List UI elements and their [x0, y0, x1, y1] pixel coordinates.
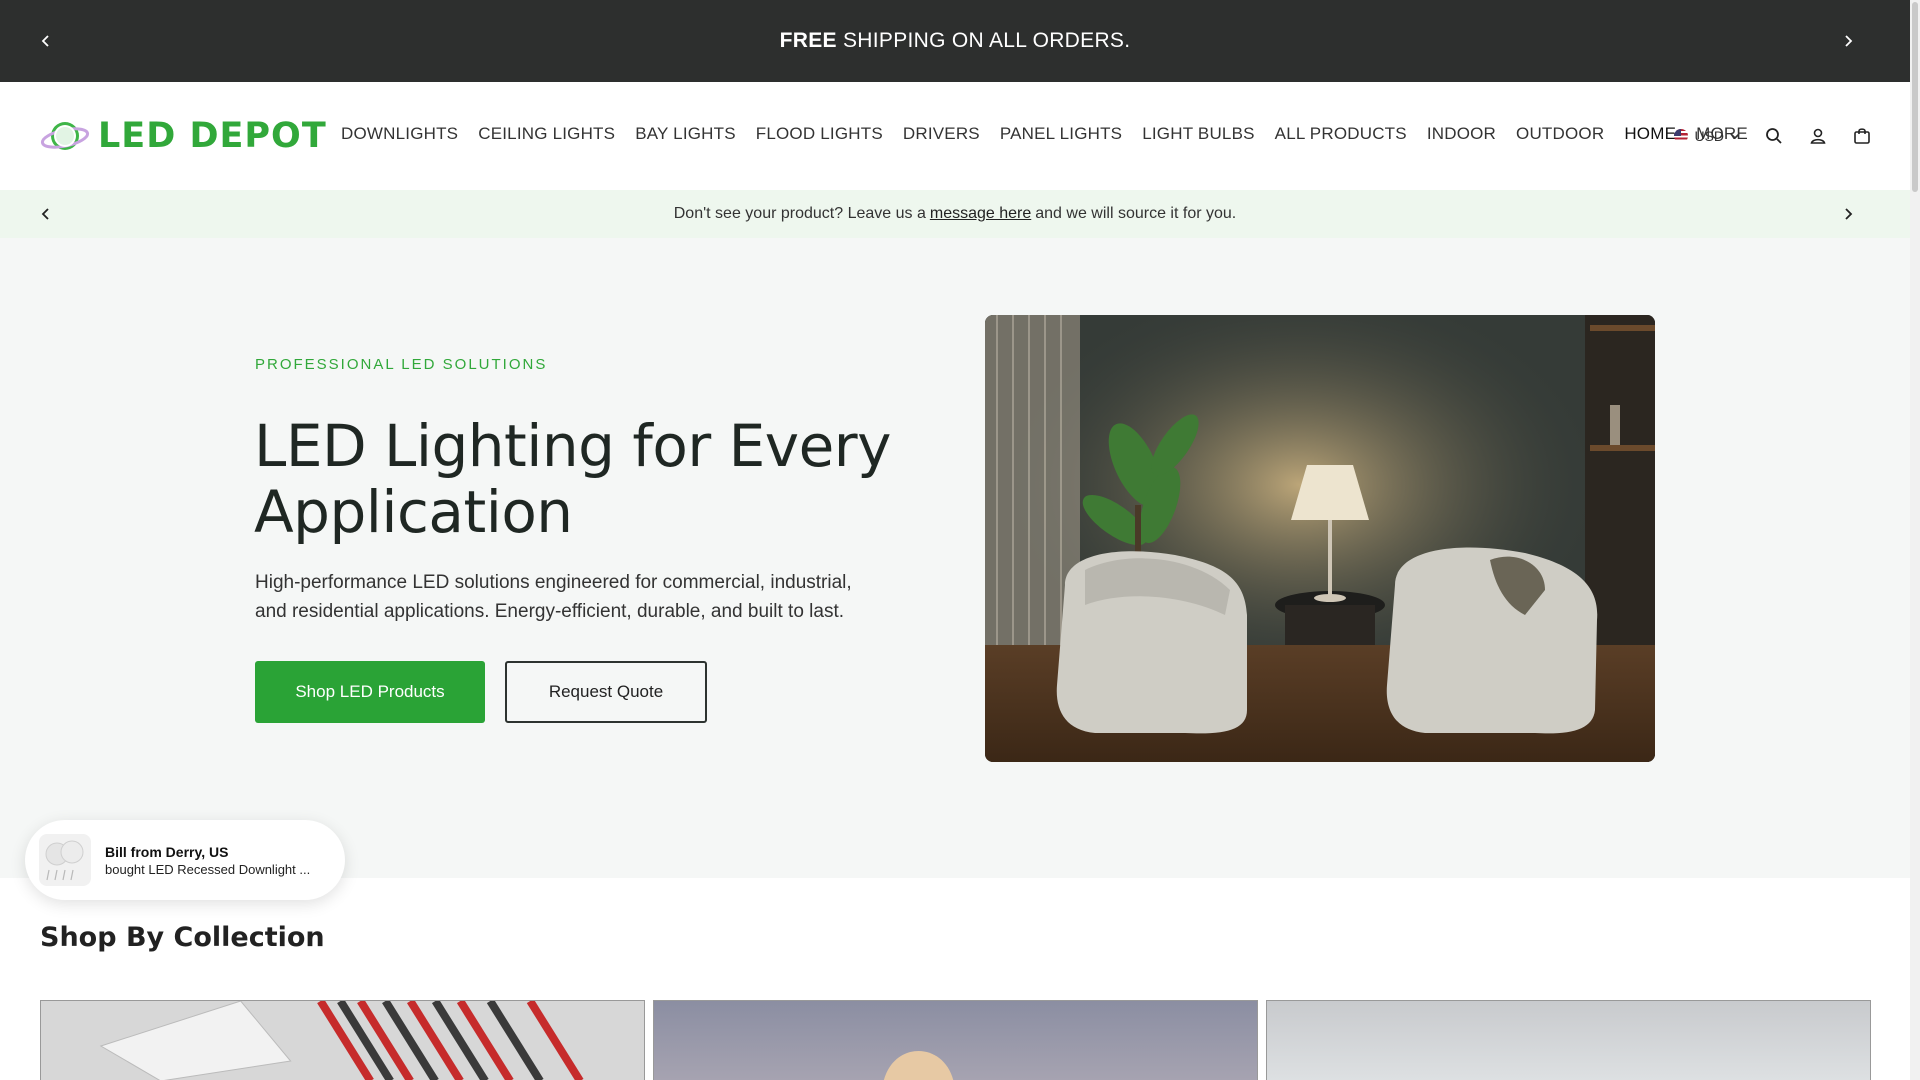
source-bar: Don't see your product? Leave us a messa… — [0, 190, 1910, 238]
nav-bay-lights[interactable]: BAY LIGHTS — [635, 124, 736, 144]
chevron-right-icon — [1845, 35, 1853, 47]
collection-card-bulbs[interactable] — [1266, 1000, 1871, 1080]
nav-ceiling-lights[interactable]: CEILING LIGHTS — [478, 124, 615, 144]
hero-title: LED Lighting for Every Application — [254, 412, 891, 546]
logo[interactable]: LED DEPOT — [40, 116, 327, 156]
source-bar-prev-arrow[interactable] — [32, 200, 60, 228]
nav-panel-lights[interactable]: PANEL LIGHTS — [1000, 124, 1122, 144]
toast-action: bought LED Recessed Downlight ... — [105, 861, 311, 877]
cart-bag-icon[interactable] — [1852, 126, 1872, 146]
collection-card-drivers[interactable] — [40, 1000, 645, 1080]
site-header: LED DEPOT DOWNLIGHTS CEILING LIGHTS BAY … — [0, 82, 1910, 190]
header-actions: USD — [1674, 126, 1872, 146]
nav-light-bulbs[interactable]: LIGHT BULBS — [1142, 124, 1254, 144]
search-icon[interactable] — [1764, 126, 1784, 146]
account-icon[interactable] — [1808, 126, 1828, 146]
request-quote-button[interactable]: Request Quote — [505, 661, 707, 723]
downlight-product-icon — [45, 840, 84, 881]
strip-light-product-image — [883, 1051, 954, 1080]
nav-all-products[interactable]: ALL PRODUCTS — [1275, 124, 1407, 144]
hero-section: PROFESSIONAL LED SOLUTIONS LED Lighting … — [0, 238, 1910, 878]
us-flag-icon — [1674, 129, 1689, 143]
toast-buyer: Bill from Derry, US — [105, 843, 229, 860]
living-room-illustration — [985, 315, 1655, 762]
nav-drivers[interactable]: DRIVERS — [903, 124, 980, 144]
planet-logo-icon — [40, 122, 90, 150]
currency-label: USD — [1694, 128, 1724, 144]
announcement-prev-arrow[interactable] — [32, 27, 60, 55]
chevron-left-icon — [41, 208, 49, 220]
toast-text: Bill from Derry, US bought LED Recessed … — [105, 844, 310, 877]
scrollbar-thumb[interactable] — [1912, 2, 1918, 192]
announcement-next-arrow[interactable] — [1834, 27, 1862, 55]
nav-downlights[interactable]: DOWNLIGHTS — [341, 124, 458, 144]
chevron-right-icon — [1845, 208, 1853, 220]
hero-image — [985, 315, 1655, 762]
collection-cards — [40, 1000, 1871, 1080]
shop-by-collection-title: Shop By Collection — [40, 922, 325, 953]
shop-led-products-button[interactable]: Shop LED Products — [255, 661, 485, 723]
nav-flood-lights[interactable]: FLOOD LIGHTS — [756, 124, 883, 144]
announcement-rest: SHIPPING ON ALL ORDERS. — [836, 29, 1131, 52]
source-bar-text-after: and we will source it for you. — [1035, 205, 1237, 222]
collection-card-strip-lights[interactable] — [653, 1000, 1258, 1080]
main-nav: DOWNLIGHTS CEILING LIGHTS BAY LIGHTS FLO… — [341, 124, 1748, 144]
chevron-down-icon — [1730, 133, 1740, 140]
recent-purchase-toast[interactable]: Bill from Derry, US bought LED Recessed … — [25, 820, 345, 900]
hero-eyebrow: PROFESSIONAL LED SOLUTIONS — [255, 356, 548, 373]
driver-product-image — [99, 1001, 584, 1080]
product-thumbnail — [39, 834, 91, 886]
nav-home[interactable]: HOME — [1624, 124, 1676, 144]
announcement-bold: FREE — [779, 29, 837, 52]
announcement-bar: FREE SHIPPING ON ALL ORDERS. — [0, 0, 1910, 82]
nav-outdoor[interactable]: OUTDOOR — [1516, 124, 1604, 144]
announcement-text: FREE SHIPPING ON ALL ORDERS. — [780, 29, 1131, 53]
source-bar-next-arrow[interactable] — [1834, 200, 1862, 228]
currency-selector[interactable]: USD — [1674, 128, 1740, 144]
hero-description: High-performance LED solutions engineere… — [255, 572, 852, 622]
logo-text: LED DEPOT — [98, 116, 327, 156]
page-scrollbar[interactable] — [1910, 0, 1920, 1080]
nav-indoor[interactable]: INDOOR — [1427, 124, 1496, 144]
source-bar-text-before: Don't see your product? Leave us a — [673, 205, 926, 222]
chevron-left-icon — [41, 35, 49, 47]
message-here-link[interactable]: message here — [930, 205, 1031, 223]
